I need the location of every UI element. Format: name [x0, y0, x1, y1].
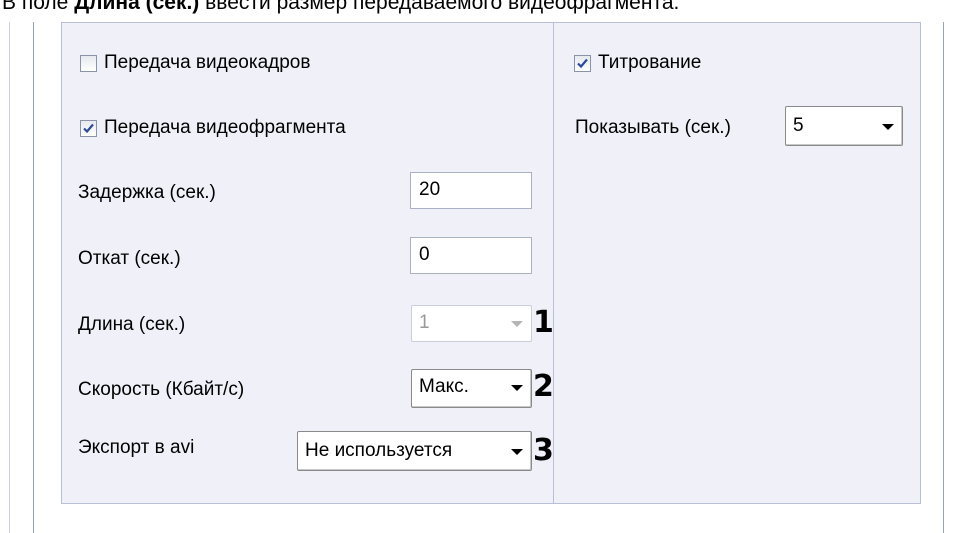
captioning-checkbox[interactable] — [574, 55, 591, 72]
chevron-down-icon — [511, 385, 523, 391]
speed-select[interactable]: Макс. — [411, 369, 532, 408]
show-duration-select[interactable]: 5 — [785, 106, 903, 146]
clip-transfer-label: Передача видеофрагмента — [104, 117, 346, 138]
length-select-value: 1 — [419, 312, 430, 333]
frame-transfer-label: Передача видеокадров — [104, 52, 311, 73]
delay-label: Задержка (сек.) — [78, 182, 216, 203]
checkmark-icon — [83, 123, 94, 134]
checkmark-icon — [577, 58, 588, 69]
chevron-down-icon — [511, 449, 523, 455]
avi-export-label: Экспорт в avi — [78, 437, 195, 458]
avi-export-select[interactable]: Не используется — [297, 431, 532, 471]
callout-marker-3: 3 — [533, 433, 554, 468]
length-label: Длина (сек.) — [78, 314, 186, 335]
length-select[interactable]: 1 — [411, 305, 532, 342]
frame-left-line — [9, 22, 10, 533]
rollback-label: Откат (сек.) — [78, 248, 181, 269]
caption-suffix: ввести размер передаваемого видеофрагмен… — [199, 0, 680, 14]
clip-transfer-checkbox[interactable] — [80, 120, 97, 137]
speed-select-value: Макс. — [419, 376, 469, 397]
avi-export-select-value: Не используется — [305, 440, 453, 461]
callout-marker-2: 2 — [533, 369, 554, 404]
speed-label: Скорость (Кбайт/с) — [78, 379, 245, 400]
rollback-input[interactable]: 0 — [410, 237, 532, 274]
show-duration-select-value: 5 — [793, 115, 804, 136]
caption-bold-field-name: Длина (сек.) — [74, 0, 200, 14]
instruction-caption: В поле Длина (сек.) ввести размер переда… — [2, 0, 679, 14]
captioning-panel — [553, 22, 921, 504]
chevron-down-icon — [511, 321, 523, 327]
captioning-label: Титрование — [598, 52, 702, 73]
delay-input[interactable]: 20 — [410, 172, 532, 209]
frame-transfer-checkbox[interactable] — [80, 55, 97, 72]
frame-inner-left-line — [33, 22, 34, 533]
caption-prefix: В поле — [2, 0, 75, 14]
chevron-down-icon — [882, 124, 894, 130]
callout-marker-1: 1 — [533, 305, 554, 340]
show-duration-label: Показывать (сек.) — [575, 117, 731, 138]
frame-right-line — [943, 22, 944, 533]
